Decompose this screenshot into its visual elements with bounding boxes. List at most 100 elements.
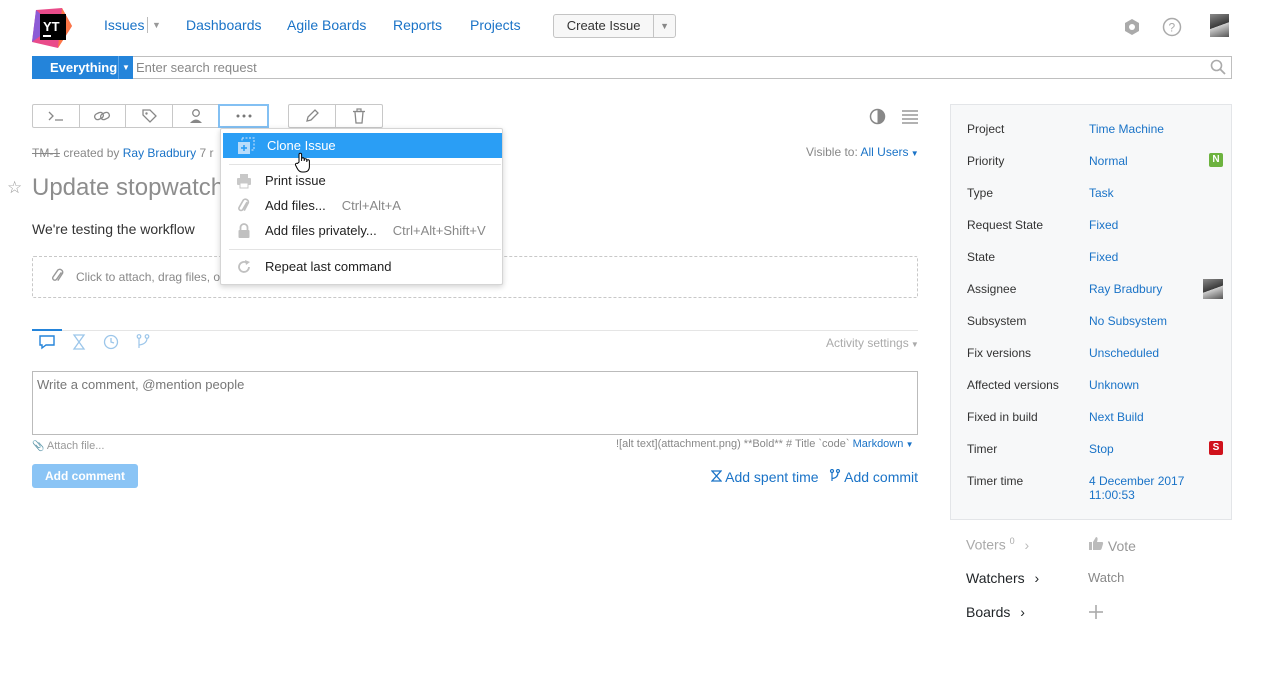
menu-item-print-issue[interactable]: Print issue: [221, 168, 502, 193]
paperclip-icon: 📎: [32, 441, 45, 452]
star-icon[interactable]: ☆: [7, 178, 22, 198]
add-commit-label[interactable]: Add commit: [844, 469, 918, 485]
menu-item-clone-issue[interactable]: Clone Issue: [223, 133, 502, 158]
paperclip-icon: [50, 268, 66, 284]
vcs-tab-icon[interactable]: [134, 333, 152, 351]
pencil-icon: [305, 109, 319, 122]
voters-count: 0: [1009, 536, 1015, 546]
attach-file-label[interactable]: Attach file...: [47, 440, 104, 452]
author-link[interactable]: Ray Bradbury: [123, 146, 196, 160]
active-tab-indicator: [32, 329, 62, 331]
field-value-subsystem[interactable]: No Subsystem: [1089, 314, 1167, 328]
field-value-fix-versions[interactable]: Unscheduled: [1089, 346, 1159, 360]
field-label-state: State: [967, 250, 996, 264]
add-to-board-icon[interactable]: [1088, 604, 1104, 620]
issues-dropdown-caret[interactable]: ▼: [147, 17, 161, 33]
nav-issues[interactable]: Issues: [104, 17, 144, 33]
field-value-project[interactable]: Time Machine: [1089, 122, 1164, 136]
user-icon: [189, 109, 202, 123]
add-comment-button[interactable]: Add comment: [32, 464, 138, 488]
watchers-toggle[interactable]: Watchers ›: [966, 570, 1039, 586]
create-issue-button[interactable]: Create Issue ▼: [553, 14, 676, 38]
tag-button[interactable]: [126, 105, 173, 127]
voters-toggle[interactable]: Voters 0 ›: [966, 536, 1029, 553]
field-label-timer: Timer: [967, 442, 998, 456]
field-value-priority[interactable]: Normal: [1089, 154, 1128, 168]
field-value-type[interactable]: Task: [1089, 186, 1114, 200]
nav-projects[interactable]: Projects: [470, 17, 521, 33]
chevron-right-icon[interactable]: ›: [1025, 537, 1030, 553]
voters-label[interactable]: Voters: [966, 537, 1006, 553]
field-value-timer[interactable]: Stop: [1089, 442, 1114, 456]
create-issue-label[interactable]: Create Issue: [554, 15, 653, 37]
search-context-label[interactable]: Everything: [32, 60, 118, 75]
trash-icon: [352, 108, 365, 124]
markdown-syntax: ![alt text](attachment.png) **Bold** # T…: [616, 438, 850, 450]
command-button[interactable]: [33, 105, 80, 127]
chevron-down-icon[interactable]: ▼: [903, 440, 914, 449]
watch-button[interactable]: Watch: [1088, 570, 1124, 585]
field-value-assignee[interactable]: Ray Bradbury: [1089, 282, 1162, 296]
nav-dashboards[interactable]: Dashboards: [186, 17, 262, 33]
issue-id[interactable]: TM-1: [32, 146, 60, 160]
menu-item-add-files[interactable]: Add files... Ctrl+Alt+A: [221, 193, 502, 218]
chevron-down-icon[interactable]: ▼: [909, 149, 919, 158]
hourglass-tab-icon[interactable]: [70, 333, 88, 351]
menu-item-add-files-privately[interactable]: Add files privately... Ctrl+Alt+Shift+V: [221, 218, 502, 243]
more-button[interactable]: [218, 104, 270, 128]
search-input[interactable]: [136, 58, 1206, 77]
field-label-fix-versions: Fix versions: [967, 346, 1032, 360]
more-icon: [236, 114, 252, 118]
visibility: Visible to: All Users ▼: [806, 145, 919, 159]
vote-button[interactable]: Vote: [1088, 536, 1136, 554]
field-label-assignee: Assignee: [967, 282, 1017, 296]
assignee-button[interactable]: [173, 105, 220, 127]
help-icon[interactable]: ?: [1162, 17, 1182, 37]
boards-label[interactable]: Boards: [966, 604, 1010, 620]
settings-icon[interactable]: [1122, 17, 1142, 37]
add-spent-time-label[interactable]: Add spent time: [725, 469, 818, 485]
boards-toggle[interactable]: Boards ›: [966, 604, 1025, 620]
field-value-request-state[interactable]: Fixed: [1089, 218, 1118, 232]
chevron-right-icon[interactable]: ›: [1020, 604, 1025, 620]
nav-agile-boards[interactable]: Agile Boards: [287, 17, 366, 33]
field-value-state[interactable]: Fixed: [1089, 250, 1118, 264]
field-value-fixed-in-build[interactable]: Next Build: [1089, 410, 1144, 424]
youtrack-logo[interactable]: YT: [32, 8, 72, 48]
markdown-link[interactable]: Markdown: [853, 438, 904, 450]
nav-reports[interactable]: Reports: [393, 17, 442, 33]
activity-settings-label[interactable]: Activity settings: [826, 336, 909, 350]
svg-text:?: ?: [1169, 21, 1176, 35]
timer-badge: S: [1209, 441, 1223, 455]
lock-icon: [221, 218, 265, 243]
field-label-request-state: Request State: [967, 218, 1044, 232]
add-commit-link[interactable]: Add commit: [829, 468, 918, 485]
chevron-down-icon[interactable]: ▼: [909, 340, 919, 349]
search-context-button[interactable]: Everything ▼: [32, 56, 133, 79]
visibility-link[interactable]: All Users: [860, 145, 908, 159]
create-issue-dropdown[interactable]: ▼: [653, 15, 675, 37]
delete-button[interactable]: [336, 105, 383, 127]
menu-item-repeat-last-command[interactable]: Repeat last command: [221, 254, 502, 279]
attach-file-link[interactable]: 📎 Attach file...: [32, 440, 104, 452]
paperclip-icon: [221, 193, 265, 218]
vote-label[interactable]: Vote: [1108, 538, 1136, 554]
link-button[interactable]: [80, 105, 127, 127]
comments-tab-icon[interactable]: [38, 333, 56, 351]
user-avatar[interactable]: [1210, 14, 1229, 37]
field-value-timer-time[interactable]: 4 December 2017: [1089, 474, 1184, 488]
field-value-affected-versions[interactable]: Unknown: [1089, 378, 1139, 392]
list-view-icon[interactable]: [901, 109, 919, 124]
menu-divider: [229, 164, 501, 165]
chevron-right-icon[interactable]: ›: [1035, 570, 1040, 586]
field-value-timer-time-clock[interactable]: 11:00:53: [1089, 488, 1135, 502]
history-tab-icon[interactable]: [102, 333, 120, 351]
created-by-label: created by: [63, 146, 120, 160]
search-icon[interactable]: [1210, 59, 1226, 75]
watchers-label[interactable]: Watchers: [966, 570, 1025, 586]
add-spent-time-link[interactable]: Add spent time: [710, 469, 819, 485]
contrast-toggle-icon[interactable]: [869, 108, 886, 125]
edit-button[interactable]: [289, 105, 336, 127]
chevron-down-icon[interactable]: ▼: [118, 56, 133, 79]
activity-settings[interactable]: Activity settings ▼: [826, 336, 919, 350]
